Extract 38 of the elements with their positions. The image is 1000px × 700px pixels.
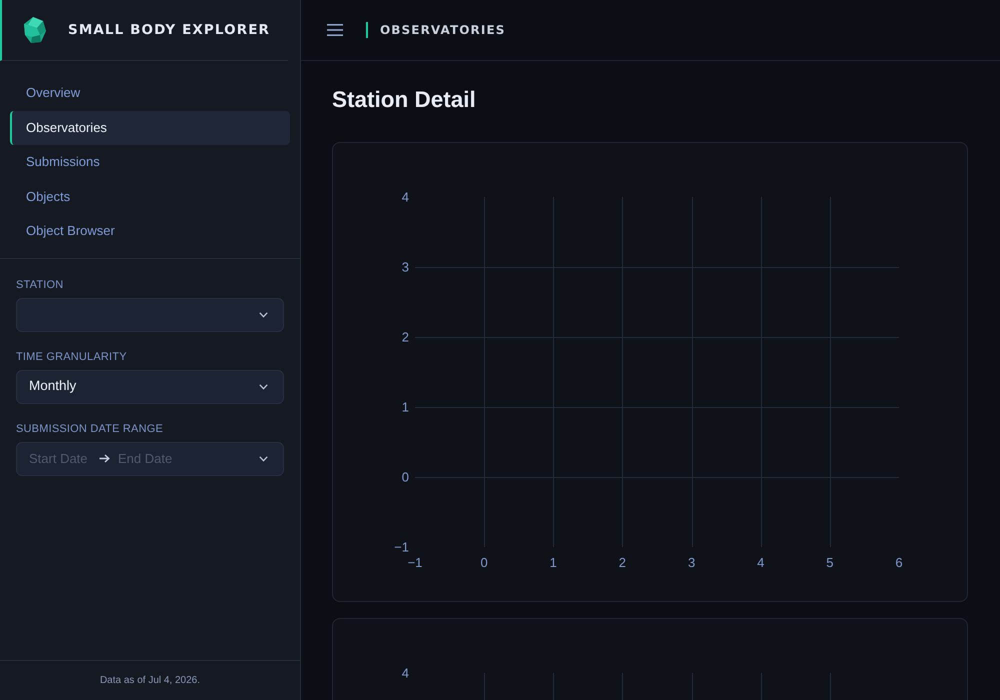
chevron-down-icon — [259, 384, 268, 390]
page-title: OBSERVATORIES — [380, 22, 506, 39]
axis-tick-label: 2 — [402, 330, 409, 344]
axis-tick-label: 0 — [402, 470, 409, 484]
nav-link[interactable]: Observatories — [10, 110, 290, 145]
axis-tick-label: 4 — [402, 666, 409, 680]
axis-tick-label: 6 — [895, 555, 903, 570]
axis-tick-label: 3 — [402, 260, 409, 274]
gem-icon — [23, 16, 47, 44]
menu-icon[interactable] — [327, 24, 343, 36]
filter-label: TIME GRANULARITY — [16, 350, 127, 364]
filter-label: SUBMISSION DATE RANGE — [16, 422, 164, 436]
nav-link[interactable]: Submissions — [10, 145, 290, 180]
end-date-input[interactable]: End Date — [118, 448, 251, 468]
axis-tick-label: −1 — [408, 555, 422, 570]
nav-link[interactable]: Overview — [10, 76, 290, 110]
axis-tick-label: 3 — [688, 555, 696, 570]
axis-tick-label: 0 — [480, 555, 488, 570]
chevron-down-icon — [259, 312, 268, 318]
axis-tick-label: 1 — [550, 555, 557, 570]
axis-tick-label: 4 — [402, 190, 409, 204]
dropdown-select[interactable]: Monthly — [16, 370, 284, 404]
chevron-down-icon — [259, 456, 268, 462]
section-heading: Station Detail — [332, 87, 476, 113]
axis-tick-label: 4 — [757, 555, 764, 570]
arrow-right-icon — [99, 454, 110, 463]
start-date-input[interactable]: Start Date — [29, 448, 91, 468]
axis-tick-label: 2 — [618, 555, 626, 570]
accent-bar — [366, 22, 368, 38]
axis-tick-label: 1 — [402, 400, 409, 414]
data-date-note: Data as of Jul 4, 2026. — [100, 674, 200, 688]
axis-tick-label: −1 — [394, 540, 409, 554]
nav-link[interactable]: Objects — [10, 180, 290, 214]
app-title: SMALL BODY EXPLORER — [68, 20, 270, 40]
date-range-field[interactable]: Start Date End Date — [16, 442, 284, 476]
nav-link[interactable]: Object Browser — [10, 214, 290, 248]
axis-tick-label: 5 — [826, 555, 834, 570]
filter-label: STATION — [16, 278, 64, 292]
